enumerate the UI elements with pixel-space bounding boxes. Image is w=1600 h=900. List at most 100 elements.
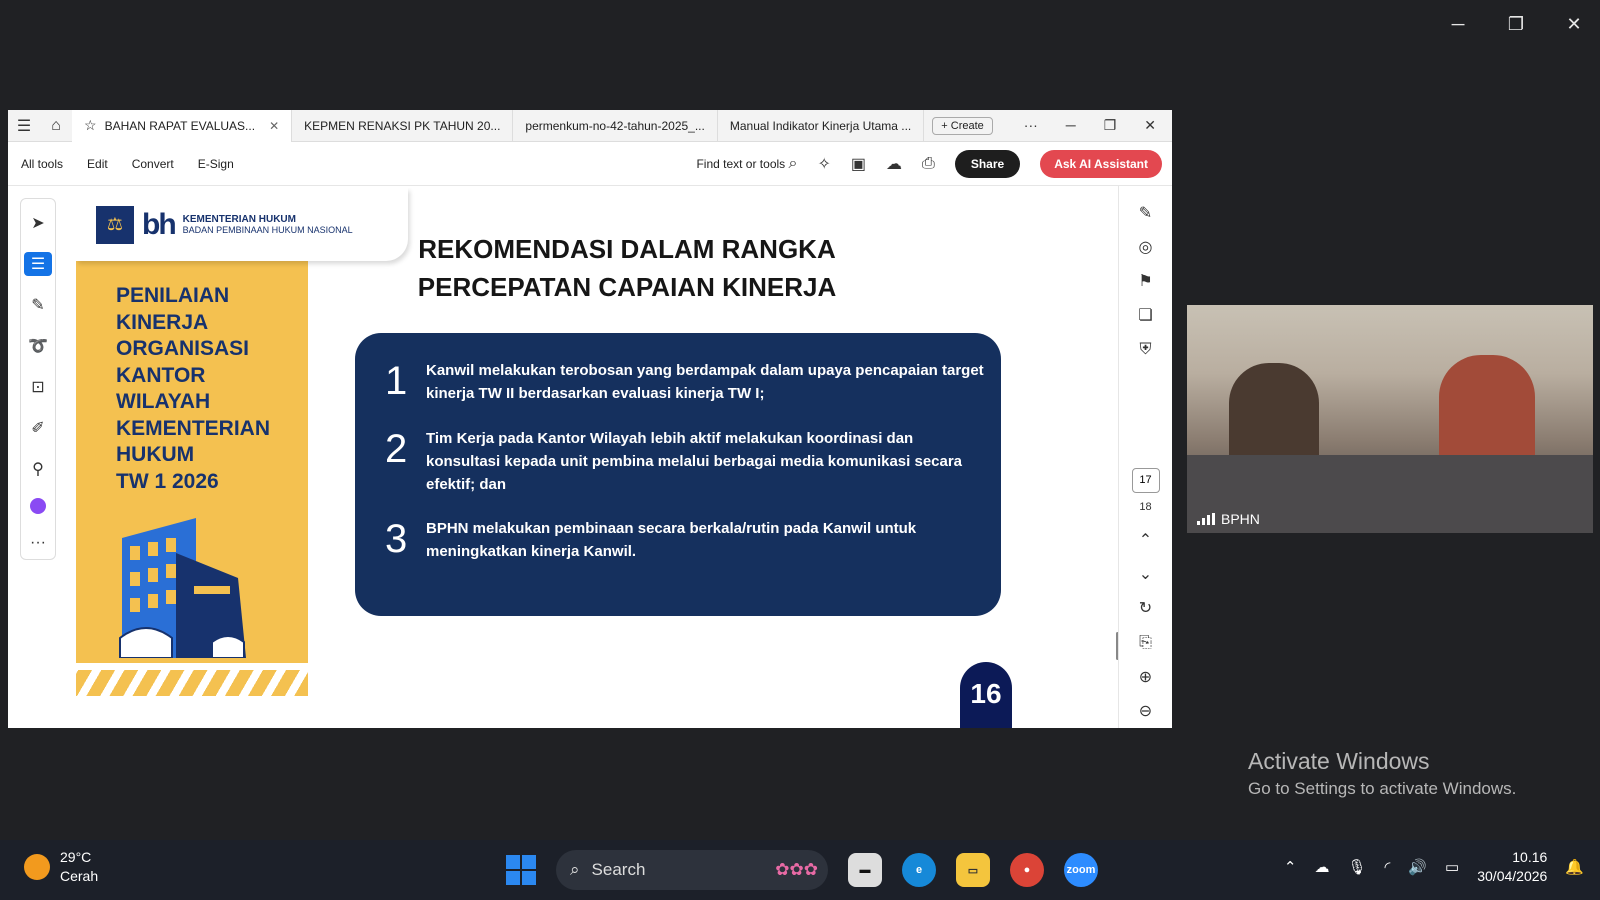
chrome-icon[interactable]: ● [1010,853,1044,887]
zoom-in-icon[interactable]: ⊕ [1139,660,1152,694]
highlight-pen-icon[interactable]: ✎ [24,293,52,317]
participant-name: BPHN [1221,511,1260,527]
menu-esign[interactable]: E-Sign [198,157,234,171]
star-icon[interactable]: ☆ [84,117,97,134]
text-box-icon[interactable]: ⊡ [24,375,52,399]
pages-icon[interactable]: ❏ [1138,298,1152,332]
tool-menu: All tools Edit Convert E-Sign [8,157,234,171]
chevron-down-icon[interactable]: ⌄ [1139,557,1152,591]
volume-icon[interactable]: 🔊 [1408,858,1427,876]
side-title-line: PENILAIAN [116,284,230,307]
tab-label: permenkum-no-42-tahun-2025_... [525,118,705,133]
item-text: Tim Kerja pada Kantor Wilayah lebih akti… [426,430,963,493]
close-icon[interactable]: ✕ [1144,117,1156,134]
weather-condition: Cerah [60,868,99,884]
create-label: Create [950,119,984,132]
menu-all-tools[interactable]: All tools [21,157,63,171]
tab-manual-iku[interactable]: Manual Indikator Kinerja Utama ... [718,109,925,142]
mouse-cursor-icon: ➤ [1068,558,1082,575]
menu-convert[interactable]: Convert [132,157,174,171]
tab-kepmen[interactable]: KEPMEN RENAKSI PK TAHUN 20... [292,109,514,142]
recommendation-card: 1 Kanwil melakukan terobosan yang berdam… [355,333,1001,616]
toolbar: All tools Edit Convert E-Sign Find text … [8,142,1172,186]
pdf-page: ⚖ bh KEMENTERIAN HUKUM BADAN PEMBINAAN H… [76,188,1049,728]
time: 10.16 [1512,849,1548,865]
total-pages: 18 [1139,501,1152,514]
side-title-line: KINERJA [116,310,209,334]
more-icon[interactable]: ··· [24,531,52,555]
draw-icon[interactable]: ✐ [24,416,52,440]
upload-icon[interactable]: ☁ [886,154,902,174]
toolbar-right: Find text or tools ⌕ ✧ ▣ ☁ ⎙ Share Ask A… [696,149,1172,178]
task-view-icon[interactable]: ▬ [848,853,882,887]
weather-widget[interactable]: 29°C Cerah [24,848,98,886]
lasso-icon[interactable]: ➰ [24,334,52,358]
select-cursor-icon[interactable]: ➤ [24,211,52,235]
page-extract-icon[interactable]: ⎘ [1139,626,1152,660]
print-icon[interactable]: ⎙ [922,155,935,173]
tab-bar: ☰ ⌂ ☆ BAHAN RAPAT EVALUAS... ✕ KEPMEN RE… [8,109,1172,142]
logo-agency: BADAN PEMBINAAN HUKUM NASIONAL [182,224,353,235]
notification-icon[interactable]: 🔔 [1565,858,1584,876]
activate-windows-watermark: Activate Windows Go to Settings to activ… [1248,748,1516,799]
zoom-window-controls: ─ ❐ ✕ [1446,14,1586,35]
clock[interactable]: 10.16 30/04/2026 [1477,848,1547,886]
bookmark-icon[interactable]: ⚑ [1138,264,1152,298]
search-placeholder: Search [591,860,646,879]
menu-edit[interactable]: Edit [87,157,108,171]
ai-tools-icon[interactable]: ✧ [817,154,830,174]
zoom-out-icon[interactable]: ⊖ [1139,694,1152,728]
wifi-icon[interactable]: ◜ [1385,858,1391,876]
more-icon[interactable]: ··· [1024,117,1038,134]
chevron-up-icon[interactable]: ⌃ [1139,523,1152,557]
color-picker-icon[interactable] [30,498,46,514]
tab-permenkum[interactable]: permenkum-no-42-tahun-2025_... [513,109,718,142]
item-number: 2 [385,427,408,471]
restore-icon[interactable]: ❐ [1504,14,1528,35]
microphone-icon[interactable]: 🎙 [1348,858,1367,876]
security-icon[interactable]: ⛨ [1139,333,1151,367]
desktop: ─ ❐ ✕ ☰ ⌂ ☆ BAHAN RAPAT EVALUAS... ✕ KEP… [0,0,1600,840]
pin-icon[interactable]: ⚲ [24,457,52,481]
windows-start-icon[interactable] [506,855,536,885]
signal-bars-icon [1197,513,1215,525]
chevron-up-icon[interactable]: ⌃ [1284,858,1297,876]
find-tools[interactable]: Find text or tools ⌕ [696,155,797,173]
battery-icon[interactable]: ▭ [1445,858,1459,876]
current-page-field[interactable]: 17 [1131,467,1160,494]
minimize-icon[interactable]: ─ [1066,117,1076,134]
recommendation-item: 3 BPHN melakukan pembinaan secara berkal… [385,517,986,563]
taskbar-apps: ⌕ Search ✿✿✿ ▬ e ▭ ● zoom [506,850,1098,890]
create-button[interactable]: + Create [932,116,993,135]
hamburger-menu-icon[interactable]: ☰ [8,116,40,136]
taskbar: 29°C Cerah ⌕ Search ✿✿✿ ▬ e ▭ ● zoom ⌃ ☁… [0,840,1600,900]
onedrive-icon[interactable]: ☁ [1315,858,1330,876]
zoom-icon[interactable]: zoom [1064,853,1098,887]
home-icon[interactable]: ⌂ [40,117,72,135]
side-title: PENILAIAN KINERJA ORGANISASI KANTOR WILA… [116,283,296,495]
file-explorer-icon[interactable]: ▭ [956,853,990,887]
ask-ai-assistant-button[interactable]: Ask AI Assistant [1040,149,1162,178]
taskbar-search[interactable]: ⌕ Search ✿✿✿ [556,850,828,890]
share-button[interactable]: Share [954,149,1021,178]
slide-title-line: PERCEPATAN CAPAIAN KINERJA [417,272,837,302]
find-label: Find text or tools [696,156,786,171]
close-tab-icon[interactable]: ✕ [269,119,279,133]
comment-icon[interactable]: ☰ [24,252,52,276]
ai-summary-icon[interactable]: ✎ [1139,196,1152,230]
close-icon[interactable]: ✕ [1562,14,1586,35]
minimize-icon[interactable]: ─ [1446,14,1470,35]
side-title-line: KEMENTERIAN [116,416,271,440]
left-tool-rail: ➤ ☰ ✎ ➰ ⊡ ✐ ⚲ ··· [20,198,56,560]
edge-icon[interactable]: e [902,853,936,887]
side-title-line: HUKUM [116,443,195,466]
video-tile[interactable]: BPHN [1187,305,1593,533]
restore-icon[interactable]: ❐ [1104,117,1117,134]
save-icon[interactable]: ▣ [851,154,866,174]
slide-page-number: 16 [960,662,1012,728]
tab-label: KEPMEN RENAKSI PK TAHUN 20... [304,118,501,133]
recommendation-item: 2 Tim Kerja pada Kantor Wilayah lebih ak… [385,427,986,496]
tab-bahan-rapat[interactable]: ☆ BAHAN RAPAT EVALUAS... ✕ [72,109,293,142]
rotate-icon[interactable]: ↻ [1139,591,1152,625]
comments-icon[interactable]: ◎ [1139,230,1153,264]
